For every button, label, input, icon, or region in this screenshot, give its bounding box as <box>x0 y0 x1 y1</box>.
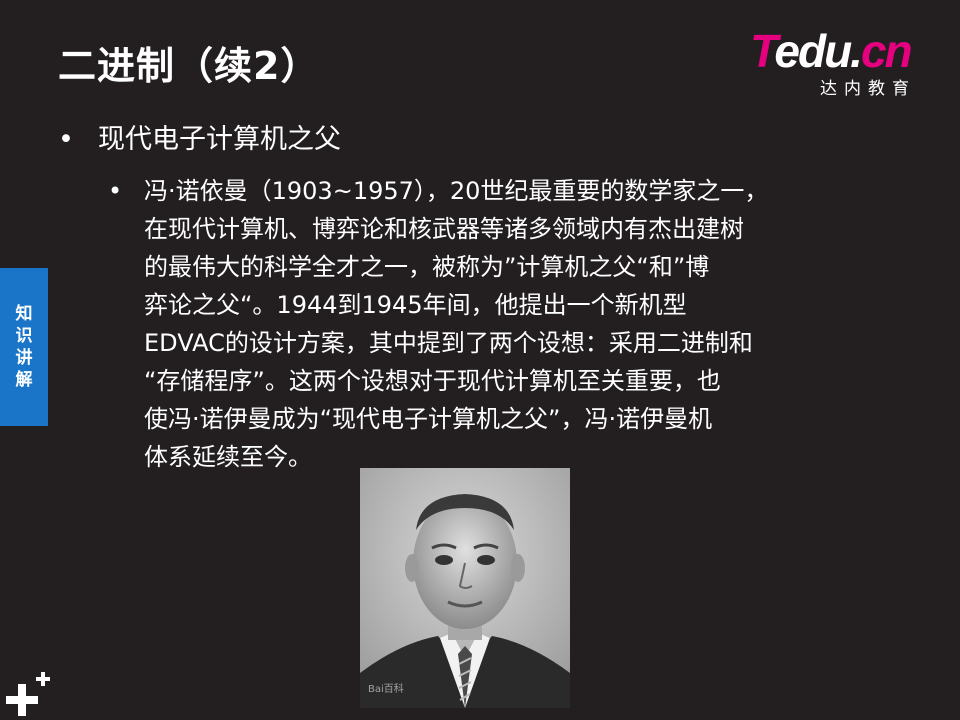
side-tab-char: 讲 <box>15 348 33 368</box>
tedu-logo: Tedu.cn 达内教育 <box>750 26 930 100</box>
side-tab-knowledge[interactable]: 知 识 讲 解 <box>0 268 48 426</box>
side-tab-char: 知 <box>15 304 33 324</box>
photo-watermark: Bai百科 <box>368 684 404 695</box>
bullet-dot: • <box>108 177 123 205</box>
paragraph-line: “存储程序”。这两个设想对于现代计算机至关重要，也 <box>144 367 721 395</box>
bullet-level2: • 冯·诺依曼（1903~1957），20世纪最重要的数学家之一， 在现代计算机… <box>108 172 892 476</box>
slide-title: 二进制（续2） <box>58 44 320 88</box>
paragraph-line: 使冯·诺伊曼成为“现代电子计算机之父”，冯·诺伊曼机 <box>144 405 713 433</box>
portrait-illustration <box>360 468 570 708</box>
paragraph-line: EDVAC的设计方案，其中提到了两个设想：采用二进制和 <box>144 329 753 357</box>
logo-subtitle: 达内教育 <box>820 79 916 99</box>
portrait-photo: Bai百科 <box>360 468 570 708</box>
side-tab-char: 解 <box>15 370 33 390</box>
paragraph-line: 弈论之父“。1944到1945年间，他提出一个新机型 <box>144 291 687 319</box>
paragraph-line: 的最伟大的科学全才之一，被称为”计算机之父“和”博 <box>144 253 710 281</box>
logo-wordmark: Tedu.cn <box>750 25 913 77</box>
bullet-level2-paragraph: 冯·诺依曼（1903~1957），20世纪最重要的数学家之一， 在现代计算机、博… <box>144 172 892 476</box>
bullet-level1: • 现代电子计算机之父 <box>58 120 341 160</box>
bullet-dot: • <box>58 124 74 155</box>
paragraph-line: 在现代计算机、博弈论和核武器等诸多领域内有杰出建树 <box>144 215 744 243</box>
bullet-level1-text: 现代电子计算机之父 <box>98 124 341 155</box>
plus-cluster-icon <box>6 672 52 720</box>
side-tab-char: 识 <box>15 326 33 346</box>
paragraph-line: 冯·诺依曼（1903~1957），20世纪最重要的数学家之一， <box>144 177 769 205</box>
